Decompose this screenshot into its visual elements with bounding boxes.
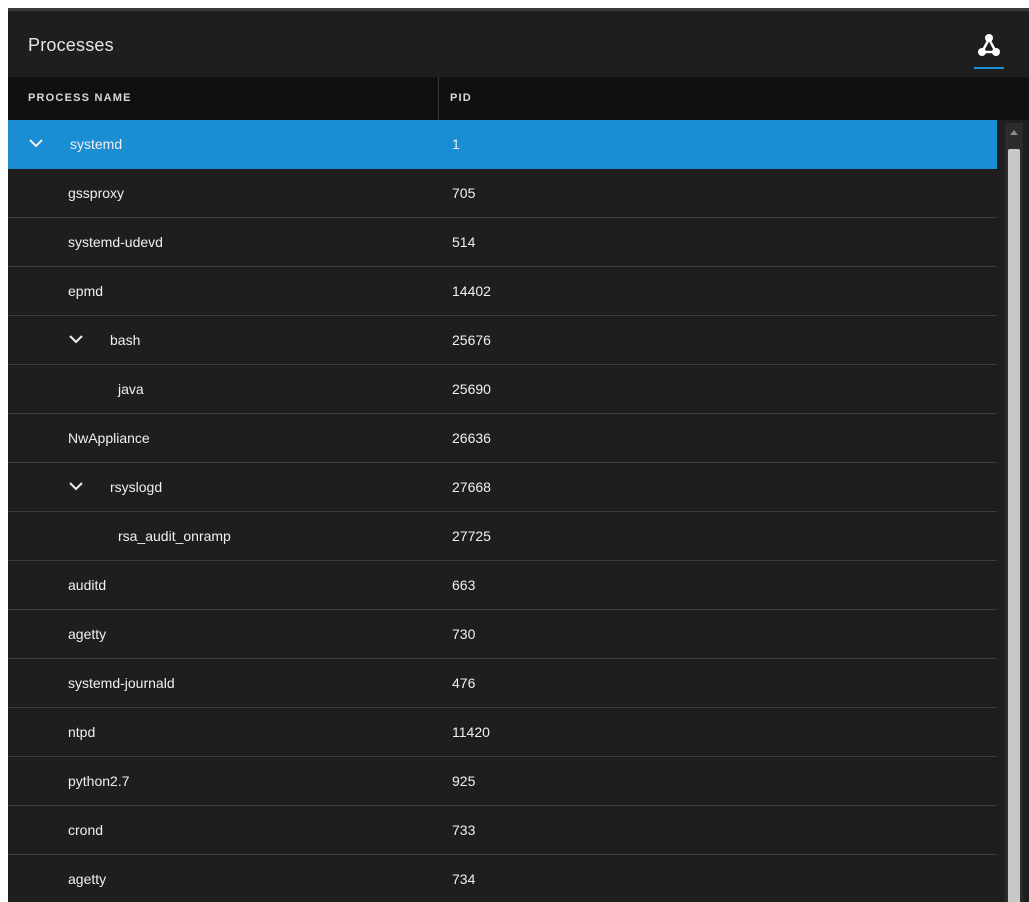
process-pid: 476 [452,675,476,691]
process-tree-table: systemd 1 gssproxy 705 systemd-udevd 514 epmd 1… [8,120,997,902]
process-pid: 14402 [452,283,491,299]
process-row[interactable]: epmd 14402 [8,267,997,316]
process-name: agetty [68,626,107,642]
panel-titlebar: Processes [8,11,1029,77]
process-pid: 27725 [452,528,491,544]
chevron-down-icon[interactable] [28,135,44,151]
process-tree-icon [978,34,1000,56]
chevron-down-icon[interactable] [68,331,84,347]
process-name: auditd [68,577,107,593]
table-header: PROCESS NAME PID [8,77,1029,120]
process-name: java [118,381,144,397]
process-name: NwAppliance [68,430,150,446]
scroll-up-arrow-icon[interactable] [1005,123,1023,141]
process-name: ntpd [68,724,96,740]
process-name: agetty [68,871,107,887]
process-name: bash [110,332,141,348]
process-pid: 27668 [452,479,491,495]
process-row[interactable]: ntpd 11420 [8,708,997,757]
process-row[interactable]: python2.7 925 [8,757,997,806]
process-row[interactable]: crond 733 [8,806,997,855]
process-row[interactable]: agetty 730 [8,610,997,659]
process-pid: 1 [452,136,460,152]
process-row[interactable]: rsa_audit_onramp 27725 [8,512,997,561]
process-row[interactable]: auditd 663 [8,561,997,610]
column-header-pid[interactable]: PID [450,77,472,120]
process-row[interactable]: systemd 1 [8,120,997,169]
process-pid: 705 [452,185,476,201]
process-pid: 663 [452,577,476,593]
active-view-indicator [974,67,1004,69]
process-row[interactable]: java 25690 [8,365,997,414]
process-pid: 734 [452,871,476,887]
vertical-scrollbar[interactable] [1005,123,1023,902]
process-name: rsyslogd [110,479,163,495]
process-row[interactable]: NwAppliance 26636 [8,414,997,463]
process-row[interactable]: agetty 734 [8,855,997,902]
scrollbar-thumb[interactable] [1008,149,1020,902]
process-pid: 25676 [452,332,491,348]
process-name: epmd [68,283,104,299]
process-name: rsa_audit_onramp [118,528,231,544]
chevron-down-icon[interactable] [68,478,84,494]
panel-title: Processes [28,35,114,55]
column-resize-handle[interactable] [438,77,439,120]
process-pid: 25690 [452,381,491,397]
process-tree-view-button[interactable] [974,31,1004,69]
process-pid: 514 [452,234,476,250]
process-row[interactable]: systemd-udevd 514 [8,218,997,267]
process-pid: 11420 [452,724,490,740]
process-name: systemd [70,136,123,152]
process-row[interactable]: gssproxy 705 [8,169,997,218]
process-pid: 730 [452,626,476,642]
process-name: crond [68,822,104,838]
process-pid: 925 [452,773,476,789]
process-row[interactable]: rsyslogd 27668 [8,463,997,512]
column-header-process-name[interactable]: PROCESS NAME [28,77,132,120]
process-name: systemd-journald [68,675,175,691]
process-name: gssproxy [68,185,125,201]
processes-panel: Processes PROCESS NAME PID systemd 1 gsspr… [8,8,1029,902]
process-name: python2.7 [68,773,130,789]
process-pid: 26636 [452,430,491,446]
process-pid: 733 [452,822,476,838]
process-row[interactable]: bash 25676 [8,316,997,365]
process-row[interactable]: systemd-journald 476 [8,659,997,708]
process-name: systemd-udevd [68,234,163,250]
